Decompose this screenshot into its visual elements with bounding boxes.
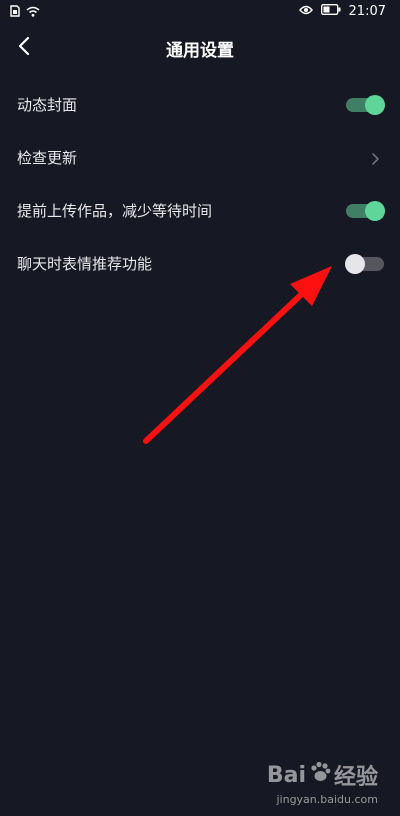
setting-label: 提前上传作品，减少等待时间	[17, 202, 213, 220]
chevron-right-icon	[370, 151, 382, 165]
dynamic-cover-toggle[interactable]	[346, 94, 385, 115]
watermark-logo: Bai 经验	[267, 759, 378, 791]
sim-card-icon	[10, 5, 20, 21]
baidu-jingyan-watermark: Bai 经验 jingyan.baidu.com	[267, 759, 378, 806]
paw-icon	[308, 760, 332, 790]
toggle-knob	[365, 200, 385, 221]
wifi-icon	[26, 6, 40, 21]
status-bar: 21:07	[0, 0, 400, 26]
watermark-url: jingyan.baidu.com	[276, 793, 378, 806]
status-time: 21:07	[348, 4, 386, 19]
setting-label: 动态封面	[17, 96, 78, 114]
chat-emoji-recommend-toggle[interactable]	[345, 253, 384, 274]
toggle-knob	[345, 253, 365, 274]
setting-chat-emoji-recommend[interactable]: 聊天时表情推荐功能	[0, 237, 400, 290]
battery-icon	[320, 4, 341, 19]
watermark-brand-left: Bai	[266, 762, 306, 788]
setting-label: 检查更新	[17, 149, 78, 167]
watermark-brand-right: 经验	[333, 765, 378, 790]
toggle-knob	[365, 94, 385, 115]
status-right: 21:07	[298, 4, 386, 19]
settings-list: 动态封面 检查更新 提前上传作品，减少等待时间 聊天时表情推荐功能	[0, 78, 400, 290]
setting-check-update[interactable]: 检查更新	[0, 131, 400, 184]
pre-upload-toggle[interactable]	[346, 200, 385, 221]
status-left	[10, 5, 40, 21]
header: 通用设置	[0, 26, 400, 70]
setting-dynamic-cover[interactable]: 动态封面	[0, 78, 400, 131]
page-title: 通用设置	[166, 41, 234, 61]
settings-screen: 21:07 通用设置 动态封面 检查更新 提前上传作品，减少等待时间 聊天时表情…	[0, 0, 400, 816]
setting-label: 聊天时表情推荐功能	[17, 255, 153, 273]
setting-pre-upload[interactable]: 提前上传作品，减少等待时间	[0, 184, 400, 237]
eye-icon	[298, 4, 313, 19]
